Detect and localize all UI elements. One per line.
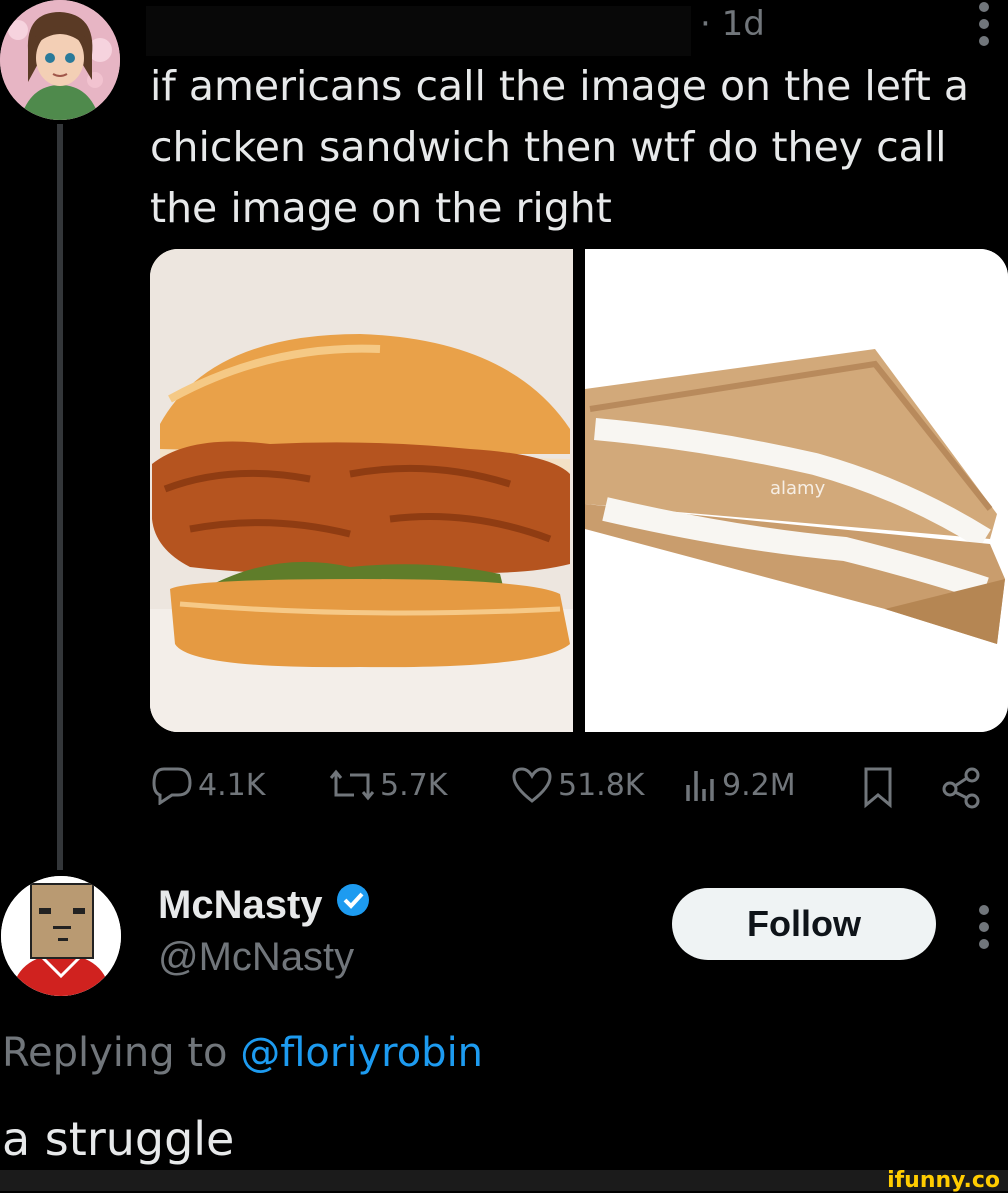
views-button[interactable]: 9.2M [682, 765, 796, 805]
reply-count: 4.1K [198, 767, 266, 803]
like-count: 51.8K [558, 767, 645, 803]
replying-to-line: Replying to @floriyrobin [2, 1030, 483, 1076]
reply-more-options-icon[interactable] [977, 905, 991, 949]
like-icon [510, 765, 554, 805]
reply-button[interactable]: 4.1K [150, 765, 265, 805]
retweet-count: 5.7K [380, 767, 448, 803]
white-bread-sandwich-image[interactable]: alamy [585, 249, 1008, 732]
views-count: 9.2M [722, 767, 796, 803]
bookmark-button[interactable] [858, 765, 898, 809]
reply-icon [150, 765, 194, 805]
svg-text:alamy: alamy [770, 478, 826, 499]
thread-connector-line [57, 124, 63, 870]
retweet-icon [328, 765, 376, 805]
bookmark-icon [858, 765, 898, 809]
tweet-action-bar: 4.1K 5.7K 51.8K 9.2M [150, 765, 990, 815]
replying-to-handle-link[interactable]: @floriyrobin [240, 1030, 483, 1076]
author-avatar[interactable] [0, 0, 120, 120]
share-icon [940, 765, 984, 809]
views-icon [682, 765, 718, 805]
media-divider [573, 249, 585, 732]
follow-button[interactable]: Follow [672, 888, 936, 960]
tweet-timestamp[interactable]: · 1d [700, 4, 765, 44]
retweet-button[interactable]: 5.7K [328, 765, 447, 805]
reply-author-avatar[interactable] [1, 876, 121, 996]
footer-bar [0, 1170, 1008, 1191]
redacted-username [146, 6, 691, 56]
chicken-sandwich-image[interactable] [150, 249, 573, 732]
tweet-media[interactable]: alamy [150, 249, 1008, 732]
more-options-icon[interactable] [977, 2, 991, 46]
reply-text: a struggle [2, 1112, 235, 1166]
like-button[interactable]: 51.8K [510, 765, 644, 805]
reply-author-handle[interactable]: @McNasty [158, 935, 354, 980]
display-name[interactable]: McNasty [158, 883, 323, 928]
verified-badge-icon [335, 882, 371, 928]
share-button[interactable] [940, 765, 984, 809]
ifunny-watermark: ifunny.co [887, 1168, 1000, 1193]
tweet-text: if americans call the image on the left … [150, 62, 969, 232]
replying-to-label: Replying to [2, 1030, 241, 1076]
reply-author-name[interactable]: McNasty [158, 882, 371, 928]
